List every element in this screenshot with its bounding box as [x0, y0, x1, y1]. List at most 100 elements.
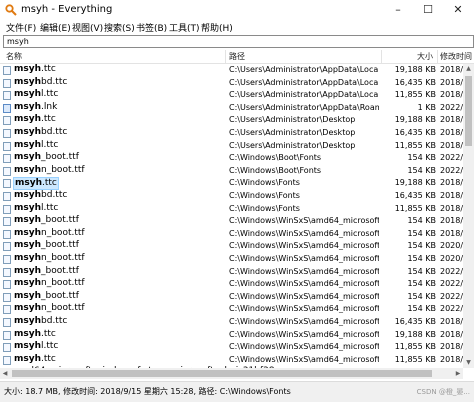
- menu-view[interactable]: 视图(V): [72, 21, 103, 34]
- file-path: C:\Windows\WinSxS\amd64_microsoft-wi...: [229, 216, 379, 226]
- result-row[interactable]: msyh.ttc C:\Users\Administrator\Desktop 19…: [0, 114, 463, 127]
- file-path: C:\Windows\WinSxS\amd64_microsoft-wi...: [229, 266, 379, 276]
- vertical-scroll-thumb[interactable]: [465, 76, 472, 146]
- file-name: msyhbd.ttc: [13, 127, 68, 138]
- file-date: 2022/: [440, 291, 463, 301]
- menu-bookmarks[interactable]: 书签(B): [136, 21, 167, 34]
- menu-search[interactable]: 搜索(S): [104, 21, 135, 34]
- result-row[interactable]: msyh.ttc C:\Users\Administrator\AppData\L…: [0, 64, 463, 77]
- file-name-part: _boot.ttf: [41, 215, 79, 226]
- file-date: 2018/: [440, 140, 463, 150]
- font-file-icon: [3, 255, 11, 264]
- result-row[interactable]: msyhn_boot.ttf C:\Windows\WinSxS\amd64_mi…: [0, 228, 463, 241]
- font-file-icon: [3, 91, 11, 101]
- scroll-up-icon[interactable]: ▲: [463, 64, 474, 74]
- menu-help[interactable]: 帮助(H): [201, 21, 233, 34]
- result-row[interactable]: msyhl.ttc C:\Windows\Fonts 11,855 KB 2018/: [0, 203, 463, 216]
- vertical-scrollbar[interactable]: ▲ ▼: [463, 64, 474, 368]
- status-text: 大小: 18.7 MB, 修改时间: 2018/9/15 星期六 15:28, …: [4, 387, 291, 396]
- maximize-button[interactable]: ☐: [413, 0, 443, 20]
- file-size: 154 KB: [407, 153, 436, 163]
- result-row[interactable]: msyh_boot.ttf C:\Windows\WinSxS\amd64_mic…: [0, 266, 463, 279]
- file-size: 16,435 KB: [394, 77, 436, 87]
- file-path: C:\Windows\WinSxS\amd64_microsoft-wi...: [229, 304, 379, 314]
- result-row[interactable]: msyh.lnk C:\Users\Administrator\AppData\R…: [0, 102, 463, 115]
- file-path: C:\Windows\WinSxS\amd64_microsoft-wi...: [229, 342, 379, 352]
- result-row[interactable]: msyhl.ttc C:\Users\Administrator\AppData\…: [0, 89, 463, 102]
- column-size-header[interactable]: 大小: [417, 51, 433, 62]
- result-row[interactable]: msyhl.ttc C:\Windows\WinSxS\amd64_microso…: [0, 341, 463, 354]
- file-name-match: msyh: [14, 101, 42, 112]
- file-date: 2018/: [440, 228, 463, 238]
- file-name-match: msyh: [14, 290, 42, 301]
- file-path: C:\Windows\WinSxS\amd64_microsoft-wi...: [229, 354, 379, 364]
- scroll-left-icon[interactable]: ◀: [0, 368, 10, 379]
- font-file-icon: [3, 242, 11, 252]
- column-date-header[interactable]: 修改时间: [440, 51, 472, 62]
- file-name: msyhl.ttc: [13, 203, 59, 214]
- result-row[interactable]: msyhn_boot.ttf C:\Windows\WinSxS\amd64_mi…: [0, 253, 463, 266]
- result-row[interactable]: msyhbd.ttc C:\Users\Administrator\Desktop…: [0, 127, 463, 140]
- font-file-icon: [3, 280, 11, 290]
- file-date: 2018/: [440, 115, 463, 125]
- result-row[interactable]: msyh.ttc C:\Windows\Fonts 19,188 KB 2018/: [0, 177, 463, 191]
- file-name-match: msyh: [14, 227, 42, 238]
- close-button[interactable]: ✕: [443, 0, 473, 20]
- result-row[interactable]: msyhn_boot.ttf C:\Windows\Boot\Fonts 154 K…: [0, 165, 463, 178]
- menu-edit[interactable]: 编辑(E): [40, 21, 71, 34]
- file-name-match: msyh: [14, 303, 42, 314]
- minimize-button[interactable]: –: [383, 0, 413, 20]
- menu-bar: 文件(F) 编辑(E) 视图(V) 搜索(S) 书签(B) 工具(T) 帮助(H…: [0, 20, 474, 34]
- file-name-part: _boot.ttf: [41, 265, 79, 276]
- file-name-part: l.ttc: [41, 89, 59, 100]
- file-name-match: msyh: [14, 253, 42, 263]
- horizontal-scroll-thumb[interactable]: [12, 370, 432, 377]
- search-input[interactable]: msyh: [3, 35, 474, 48]
- result-row[interactable]: msyhl.ttc C:\Users\Administrator\Desktop 1…: [0, 140, 463, 153]
- file-name-part: .ttc: [41, 328, 56, 339]
- result-row[interactable]: msyhbd.ttc C:\Users\Administrator\AppData…: [0, 77, 463, 90]
- menu-file[interactable]: 文件(F): [6, 21, 36, 34]
- file-size: 11,855 KB: [394, 140, 436, 150]
- file-date: 2020/: [440, 254, 463, 263]
- file-size: 19,188 KB: [394, 115, 436, 125]
- file-path: C:\Users\Administrator\Desktop: [229, 115, 356, 125]
- scroll-right-icon[interactable]: ▶: [453, 368, 463, 379]
- result-row[interactable]: msyh.ttc C:\Windows\WinSxS\amd64_microsof…: [0, 354, 463, 367]
- file-path: C:\Users\Administrator\AppData\Local\P..…: [229, 90, 379, 100]
- file-name-match: msyh: [14, 152, 42, 163]
- menu-tools[interactable]: 工具(T): [169, 21, 200, 34]
- column-divider[interactable]: [225, 50, 226, 63]
- horizontal-scrollbar[interactable]: ◀ ▶: [0, 368, 463, 379]
- result-row[interactable]: msyhbd.ttc C:\Windows\Fonts 16,435 KB 2018/: [0, 190, 463, 203]
- result-row[interactable]: msyh_boot.ttf C:\Windows\WinSxS\amd64_mic…: [0, 291, 463, 304]
- result-row[interactable]: msyhn_boot.ttf C:\Windows\WinSxS\amd64_mi…: [0, 278, 463, 291]
- file-name-part: .ttc: [42, 178, 57, 189]
- result-row[interactable]: msyh.ttc C:\Windows\WinSxS\amd64_microsof…: [0, 329, 463, 342]
- file-name-part: .ttc: [41, 353, 56, 364]
- column-divider[interactable]: [381, 50, 382, 63]
- file-date: 2018/: [440, 317, 463, 326]
- column-path-header[interactable]: 路径: [229, 51, 245, 62]
- file-name-part: bd.ttc: [41, 127, 68, 137]
- file-date: 2022/: [440, 153, 463, 163]
- font-file-icon: [3, 154, 11, 164]
- file-name-part: n_boot.ttf: [41, 303, 85, 314]
- result-row[interactable]: msyh_boot.ttf C:\Windows\WinSxS\amd64_mic…: [0, 215, 463, 228]
- file-path: C:\Windows\Boot\Fonts: [229, 153, 322, 163]
- scroll-down-icon[interactable]: ▼: [463, 358, 474, 368]
- file-path: C:\Windows\Boot\Fonts: [229, 165, 322, 175]
- result-row[interactable]: msyhbd.ttc C:\Windows\WinSxS\amd64_micros…: [0, 316, 463, 329]
- file-name-match: msyh: [14, 215, 42, 226]
- title-bar: msyh - Everything – ☐ ✕: [0, 0, 474, 21]
- font-file-icon: [3, 179, 11, 189]
- result-row[interactable]: msyh_boot.ttf C:\Windows\Boot\Fonts 154 KB…: [0, 152, 463, 165]
- column-divider[interactable]: [437, 50, 438, 63]
- result-row[interactable]: msyh_boot.ttf C:\Windows\WinSxS\amd64_mic…: [0, 240, 463, 253]
- file-name: msyhn_boot.ttf: [13, 228, 86, 239]
- file-name-match: msyh: [14, 64, 42, 74]
- result-row[interactable]: msyhn_boot.ttf C:\Windows\WinSxS\amd64_mi…: [0, 303, 463, 316]
- font-file-icon: [3, 129, 11, 138]
- file-size: 154 KB: [407, 254, 436, 263]
- column-name-header[interactable]: 名称: [6, 51, 22, 62]
